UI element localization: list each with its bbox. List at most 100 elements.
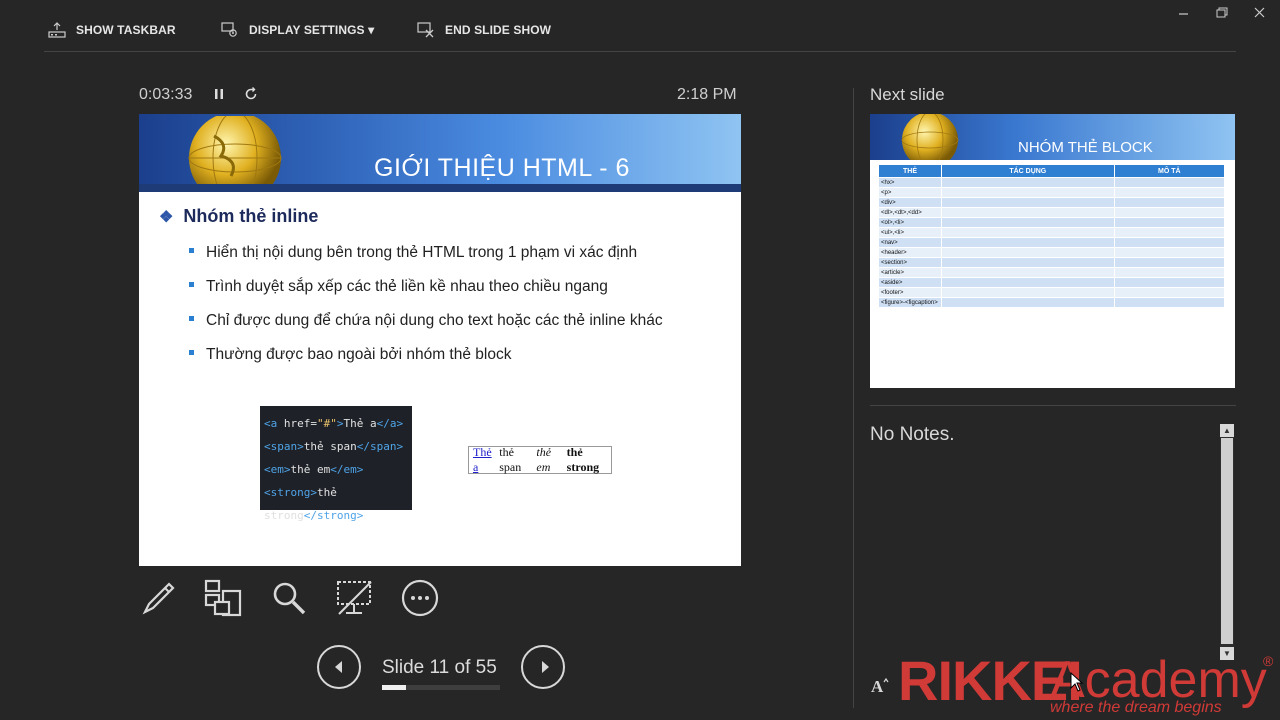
slide-counter[interactable]: Slide 11 of 55 (382, 657, 497, 679)
display-settings-button[interactable]: DISPLAY SETTINGS ▾ (221, 18, 374, 42)
table-cell (1113, 277, 1226, 288)
rikkei-academy-logo: RIKKEI Academy where the dream begins ® (898, 648, 1278, 718)
preview-span: thẻ span (499, 445, 522, 474)
logo-registered: ® (1263, 653, 1274, 669)
bullet-item: Trình duyệt sắp xếp các thẻ liền kề nhau… (189, 278, 608, 296)
minimize-icon[interactable] (1174, 4, 1194, 22)
table-cell (1113, 197, 1226, 208)
see-all-slides-icon[interactable] (203, 578, 243, 618)
restore-icon[interactable] (1212, 4, 1232, 22)
table-header: THẺ (878, 164, 942, 178)
table-cell (941, 217, 1115, 228)
table-cell (1113, 297, 1226, 308)
table-cell (1113, 267, 1226, 278)
table-row: <hx> (878, 177, 1226, 188)
table-row: <p> (878, 187, 1226, 198)
table-cell (941, 267, 1115, 278)
next-slide-title: NHÓM THẺ BLOCK (1018, 139, 1153, 156)
table-row: <ul>,<li> (878, 227, 1226, 238)
table-row: <ol>,<li> (878, 217, 1226, 228)
black-screen-icon[interactable] (335, 578, 375, 618)
table-cell (941, 197, 1115, 208)
table-cell (1113, 287, 1226, 298)
table-row: <figure>-<figcaption> (878, 297, 1226, 308)
next-slide-button[interactable] (521, 645, 565, 689)
notes-divider (870, 405, 1236, 406)
table-cell (941, 297, 1115, 308)
display-settings-label: DISPLAY SETTINGS ▾ (249, 23, 375, 37)
pause-icon[interactable] (212, 87, 226, 101)
table-cell-tag: <header> (878, 247, 942, 258)
enlarge-text-icon[interactable]: A (870, 676, 890, 694)
bullet-item: Hiển thị nội dung bên trong thẻ HTML tro… (189, 244, 637, 262)
table-row: <dl>,<dt>,<dd> (878, 207, 1226, 218)
table-cell (941, 207, 1115, 218)
next-slide-header: NHÓM THẺ BLOCK (870, 114, 1235, 160)
bullet-item: Chỉ được dung để chứa nội dung cho text … (189, 312, 663, 330)
logo-tagline: where the dream begins (1050, 699, 1222, 716)
table-cell-tag: <nav> (878, 237, 942, 248)
next-slide-table: THẺ TÁC DỤNG MÔ TẢ <hx> <p> <div> <dl>,<dt>… (878, 164, 1226, 308)
preview-em: thẻ em (536, 445, 552, 474)
table-cell (1113, 237, 1226, 248)
scroll-up-icon[interactable]: ▲ (1220, 424, 1234, 437)
table-cell (1113, 207, 1226, 218)
slide-progress-bar (382, 685, 500, 690)
show-taskbar-button[interactable]: SHOW TASKBAR (48, 18, 176, 42)
zoom-icon[interactable] (269, 578, 309, 618)
table-row: <nav> (878, 237, 1226, 248)
table-cell (941, 187, 1115, 198)
current-slide[interactable]: GIỚI THIỆU HTML - 6 ❖ Nhóm thẻ inline Hiể… (139, 114, 741, 566)
globe-icon (901, 114, 959, 160)
table-cell (1113, 257, 1226, 268)
bullet-item: Thường được bao ngoài bởi nhóm thẻ block (189, 346, 511, 364)
more-options-icon[interactable] (400, 578, 440, 618)
elapsed-timer: 0:03:33 (139, 86, 193, 103)
table-cell-tag: <dl>,<dt>,<dd> (878, 207, 942, 218)
mouse-cursor-icon (1070, 672, 1084, 692)
code-line: <em>thẻ em</em> (264, 463, 364, 476)
header-band (139, 184, 741, 192)
next-slide-label: Next slide (870, 85, 945, 104)
table-cell (941, 227, 1115, 238)
table-header: TÁC DỤNG (941, 164, 1115, 178)
table-cell (1113, 177, 1226, 188)
table-cell-tag: <p> (878, 187, 942, 198)
display-settings-icon (221, 22, 237, 37)
table-row: <article> (878, 267, 1226, 278)
next-slide-thumbnail[interactable]: NHÓM THẺ BLOCK THẺ TÁC DỤNG MÔ TẢ <hx> <p… (870, 114, 1235, 388)
table-row: <aside> (878, 277, 1226, 288)
table-cell (941, 237, 1115, 248)
show-taskbar-label: SHOW TASKBAR (76, 23, 176, 37)
preview-link[interactable]: Thẻ a (473, 445, 496, 475)
pen-tool-icon[interactable] (139, 578, 179, 618)
reset-timer-icon[interactable] (243, 86, 259, 102)
notes-scroll-thumb[interactable] (1221, 438, 1233, 644)
table-cell (941, 287, 1115, 298)
table-cell-tag: <section> (878, 257, 942, 268)
speaker-notes[interactable]: No Notes. (870, 424, 954, 446)
code-line: <strong>thẻ strong</strong> (264, 486, 364, 522)
table-header: MÔ TẢ (1113, 164, 1226, 178)
table-cell-tag: <div> (878, 197, 942, 208)
previous-slide-button[interactable] (317, 645, 361, 689)
table-cell (941, 177, 1115, 188)
table-cell (1113, 187, 1226, 198)
slide-title: GIỚI THIỆU HTML - 6 (374, 154, 630, 182)
render-preview: Thẻ a thẻ span thẻ em thẻ strong (468, 445, 612, 475)
table-cell (1113, 227, 1226, 238)
table-cell-tag: <article> (878, 267, 942, 278)
table-cell (941, 247, 1115, 258)
table-row: <footer> (878, 287, 1226, 298)
end-slide-show-label: END SLIDE SHOW (445, 23, 552, 37)
close-icon[interactable] (1250, 4, 1270, 22)
preview-strong: thẻ strong (566, 445, 600, 474)
svg-text:A: A (871, 677, 884, 694)
table-cell (1113, 247, 1226, 258)
table-cell-tag: <aside> (878, 277, 942, 288)
toolbar-divider (44, 51, 1236, 52)
end-slide-show-button[interactable]: END SLIDE SHOW (417, 18, 551, 42)
globe-icon (188, 116, 282, 188)
clock: 2:18 PM (677, 86, 737, 103)
table-row: <div> (878, 197, 1226, 208)
